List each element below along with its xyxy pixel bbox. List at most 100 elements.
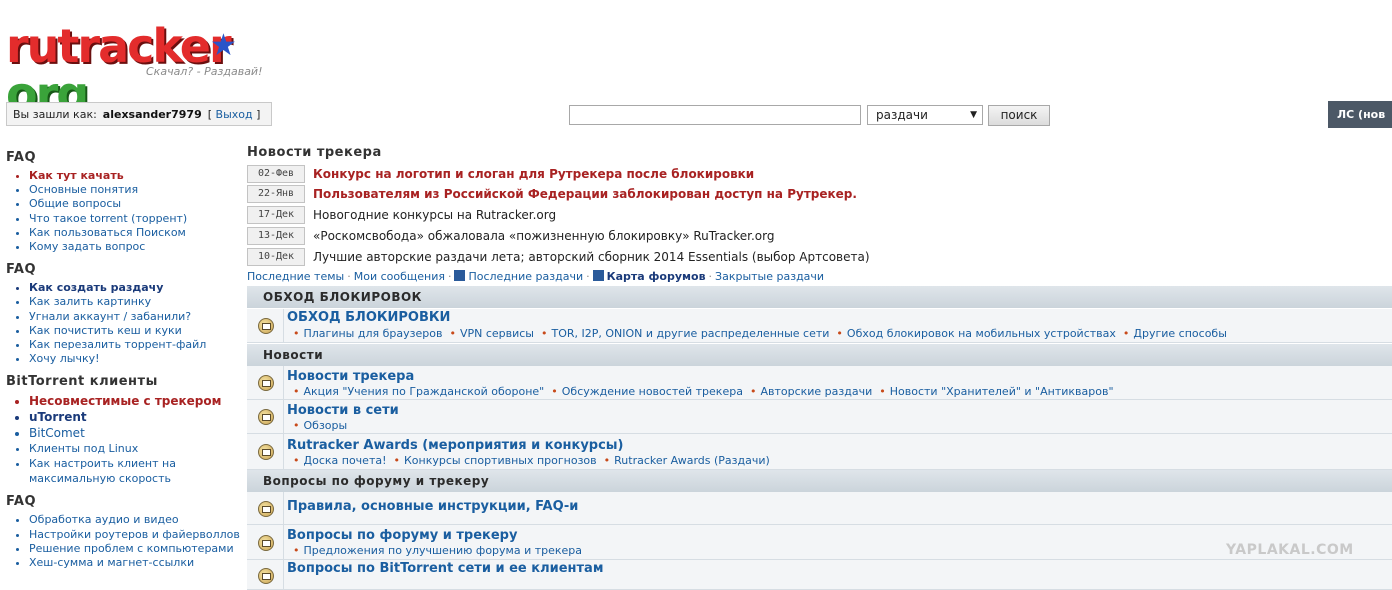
my-posts-link[interactable]: Мои сообщения (354, 270, 445, 283)
subforum-link[interactable]: Конкурсы спортивных прогнозов (404, 454, 597, 467)
sidebar-links: Обработка аудио и видеоНастройки роутеро… (6, 513, 244, 570)
watermark: YAPLAKAL.COM (1226, 542, 1354, 558)
sidebar-link[interactable]: Как перезалить торрент-файл (29, 338, 244, 352)
sidebar-link[interactable]: Основные понятия (29, 183, 244, 197)
sidebar-link[interactable]: Клиенты под Linux (29, 441, 244, 456)
news-link[interactable]: Лучшие авторские раздачи лета; авторский… (313, 250, 870, 264)
username[interactable]: alexsander7979 (103, 108, 202, 121)
logo-slogan: Скачал? - Раздавай! (146, 65, 263, 78)
subforum-list: • Предложения по улучшению форума и треке… (293, 544, 589, 557)
subforum-link[interactable]: Акция "Учения по Гражданской обороне" (304, 385, 545, 398)
bullet-icon: • (836, 327, 843, 340)
bullet-icon: • (293, 327, 300, 340)
bullet-icon: • (540, 327, 548, 340)
search-input[interactable] (569, 105, 861, 125)
latest-releases-link[interactable]: Последние раздачи (468, 270, 583, 283)
subforum-link[interactable]: TOR, I2P, ONION и другие распределенные … (551, 327, 829, 340)
search-button[interactable]: поиск (988, 105, 1050, 126)
sidebar-link[interactable]: Как тут качать (29, 169, 244, 183)
forum-title-link[interactable]: Новости в сети (287, 403, 399, 418)
forum-category-header[interactable]: ОБХОД БЛОКИРОВОК (247, 286, 1392, 308)
sidebar: FAQ Как тут качатьОсновные понятияОбщие в… (6, 150, 244, 578)
sidebar-link[interactable]: Настройки роутеров и файерволлов (29, 528, 244, 542)
forum-icon-cell (247, 366, 284, 399)
news-date: 17-Дек (247, 206, 305, 225)
forum-row: ОБХОД БЛОКИРОВКИ • Плагины для браузеров • V… (247, 309, 1392, 343)
sidebar-link[interactable]: Что такое torrent (торрент) (29, 212, 244, 226)
forum-row: Новости в сети • Обзоры (247, 400, 1392, 434)
forum-row: Rutracker Awards (мероприятия и конкурсы… (247, 434, 1392, 470)
forum-title-link[interactable]: Вопросы по BitTorrent сети и ее клиентам (287, 561, 603, 576)
sidebar-link[interactable]: uTorrent (29, 409, 244, 425)
forum-category-header[interactable]: Вопросы по форуму и трекеру (247, 470, 1392, 492)
search-scope-select[interactable]: раздачи ▼ (867, 105, 983, 125)
news-link[interactable]: «Роскомсвобода» обжаловала «пожизненную … (313, 229, 774, 243)
closed-releases-link[interactable]: Закрытые раздачи (715, 270, 824, 283)
subforum-list: • Обзоры (293, 419, 354, 432)
forum-folder-icon (258, 501, 274, 517)
bullet-icon: • (293, 419, 300, 432)
logout-link[interactable]: Выход (216, 108, 253, 121)
sidebar-link[interactable]: Кому задать вопрос (29, 240, 244, 254)
subforum-link[interactable]: Новости "Хранителей" и "Антикваров" (890, 385, 1114, 398)
subforum-link[interactable]: Rutracker Awards (Раздачи) (614, 454, 770, 467)
forum-folder-icon (258, 444, 274, 460)
sidebar-link[interactable]: Хочу лычку! (29, 352, 244, 366)
forum-category-header[interactable]: Новости (247, 344, 1392, 366)
subforum-link[interactable]: Другие способы (1133, 327, 1227, 340)
site-logo[interactable]: rutrackerorg ★ Скачал? - Раздавай! (6, 22, 326, 118)
quick-links: Последние темы · Мои сообщения · Последние р… (247, 270, 825, 283)
subforum-link[interactable]: Плагины для браузеров (304, 327, 443, 340)
rss-icon (454, 270, 466, 281)
subforum-link[interactable]: Предложения по улучшению форума и трекер… (304, 544, 583, 557)
sidebar-link[interactable]: Обработка аудио и видео (29, 513, 244, 527)
bullet-icon: • (879, 385, 886, 398)
sidebar-link[interactable]: BitComet (29, 425, 244, 441)
subforum-link[interactable]: Обсуждение новостей трекера (562, 385, 743, 398)
forum-icon-cell (247, 492, 284, 524)
sidebar-link[interactable]: Угнали аккаунт / забанили? (29, 310, 244, 324)
subforum-link[interactable]: VPN сервисы (460, 327, 534, 340)
subforum-list: • Акция "Учения по Гражданской обороне" • О… (293, 385, 1121, 398)
news-title: Новости трекера (247, 145, 382, 160)
rss-icon (592, 270, 604, 281)
subforum-link[interactable]: Обход блокировок на мобильных устройства… (847, 327, 1116, 340)
news-link[interactable]: Пользователям из Российской Федерации за… (313, 187, 857, 201)
forum-title-link[interactable]: Вопросы по форуму и трекеру (287, 528, 517, 543)
forum-map-link[interactable]: Карта форумов (607, 270, 706, 283)
forum-title-link[interactable]: Новости трекера (287, 369, 414, 384)
forum-row: Правила, основные инструкции, FAQ-и (247, 492, 1392, 525)
forum-title-link[interactable]: ОБХОД БЛОКИРОВКИ (287, 310, 450, 325)
bullet-icon: • (393, 454, 401, 467)
private-messages-button[interactable]: ЛС (нов (1328, 101, 1392, 128)
news-item: 22-Янв Пользователям из Российской Федера… (247, 184, 857, 204)
sidebar-link[interactable]: Несовместимые с трекером (29, 393, 244, 409)
latest-topics-link[interactable]: Последние темы (247, 270, 344, 283)
forum-folder-icon (258, 409, 274, 425)
news-link[interactable]: Новогодние конкурсы на Rutracker.org (313, 208, 556, 222)
sidebar-link[interactable]: Как залить картинку (29, 295, 244, 309)
bullet-icon: • (749, 385, 757, 398)
news-item: 10-Дек Лучшие авторские раздачи лета; авт… (247, 246, 870, 266)
sidebar-section-title: FAQ (6, 494, 37, 510)
sidebar-link[interactable]: Решение проблем с компьютерами (29, 542, 244, 556)
sidebar-link[interactable]: Как почистить кеш и куки (29, 324, 244, 338)
subforum-link[interactable]: Обзоры (304, 419, 348, 432)
subforum-link[interactable]: Авторские раздачи (760, 385, 872, 398)
news-date: 10-Дек (247, 247, 305, 266)
news-date: 13-Дек (247, 226, 305, 245)
bullet-icon: • (293, 385, 300, 398)
sidebar-link[interactable]: Хеш-сумма и магнет-ссылки (29, 556, 244, 570)
sidebar-link[interactable]: Общие вопросы (29, 197, 244, 211)
sidebar-link[interactable]: Как настроить клиент на максимальную ско… (29, 456, 244, 486)
sidebar-link[interactable]: Как пользоваться Поиском (29, 226, 244, 240)
news-item: 17-Дек Новогодние конкурсы на Rutracker.o… (247, 205, 556, 225)
forum-title-link[interactable]: Правила, основные инструкции, FAQ-и (287, 499, 578, 514)
news-link[interactable]: Конкурс на логотип и слоган для Рутрекер… (313, 167, 754, 181)
subforum-link[interactable]: Доска почета! (304, 454, 387, 467)
sidebar-section-title: FAQ (6, 150, 37, 165)
forum-folder-icon (258, 535, 274, 551)
forum-title-link[interactable]: Rutracker Awards (мероприятия и конкурсы… (287, 438, 624, 453)
sidebar-links: Несовместимые с трекеромuTorrentBitComet… (6, 393, 244, 486)
sidebar-link[interactable]: Как создать раздачу (29, 281, 244, 295)
